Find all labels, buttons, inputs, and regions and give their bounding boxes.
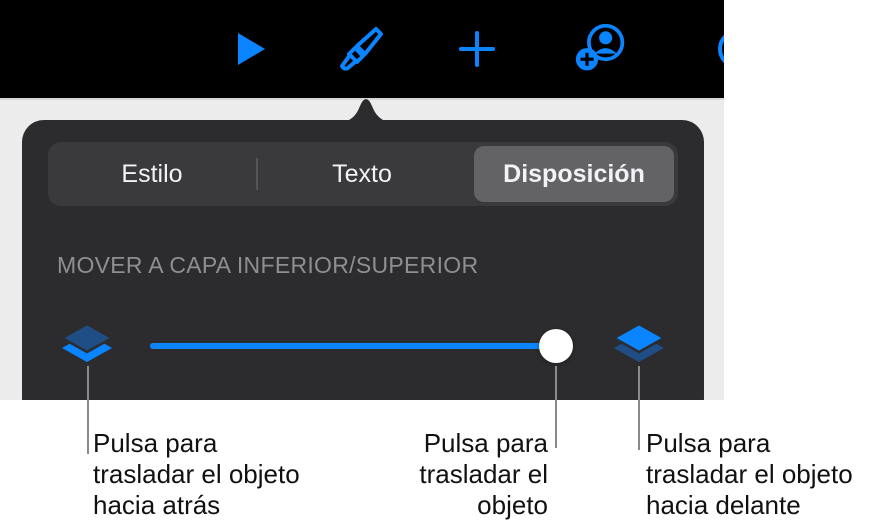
callout-backward-line: hacia atrás <box>93 490 221 520</box>
tab-divider <box>256 158 258 190</box>
play-icon[interactable] <box>222 22 276 76</box>
send-backward-icon[interactable] <box>60 322 114 370</box>
callout-forward-line: trasladar el objeto <box>646 459 853 489</box>
callout-forward-line: hacia delante <box>646 490 801 520</box>
callout-slider-line: Pulsa para <box>423 428 548 458</box>
section-header: MOVER A CAPA INFERIOR/SUPERIOR <box>57 252 479 278</box>
plus-icon[interactable] <box>450 22 504 76</box>
callout-line-slider <box>555 366 557 448</box>
callout-backward-line: trasladar el objeto <box>93 459 300 489</box>
tab-estilo-label: Estilo <box>121 159 183 188</box>
callout-slider-line: trasladar el <box>419 459 548 489</box>
add-collaborator-icon[interactable] <box>574 22 628 76</box>
callout-backward-line: Pulsa para <box>93 428 218 458</box>
bring-forward-icon[interactable] <box>612 322 666 370</box>
callout-slider: Pulsa para trasladar el objeto <box>400 428 548 521</box>
more-icon[interactable] <box>700 22 724 76</box>
callout-forward-line: Pulsa para <box>646 428 771 458</box>
tab-texto[interactable]: Texto <box>262 146 462 202</box>
paintbrush-icon[interactable] <box>334 22 388 76</box>
toolbar <box>0 0 724 98</box>
callout-slider-line: objeto <box>477 490 548 520</box>
app-screen: Estilo Texto Disposición MOVER A CAPA IN… <box>0 0 724 400</box>
layer-slider[interactable] <box>150 322 573 370</box>
tab-disposicion-label: Disposición <box>503 159 645 188</box>
tab-bar: Estilo Texto Disposición <box>48 142 678 206</box>
tab-texto-label: Texto <box>332 159 392 188</box>
callout-line-forward <box>638 366 640 450</box>
slider-fill <box>150 343 556 349</box>
popover-arrow <box>340 99 392 122</box>
slider-thumb[interactable] <box>539 329 573 363</box>
callout-backward: Pulsa para trasladar el objeto hacia atr… <box>93 428 300 521</box>
callout-forward: Pulsa para trasladar el objeto hacia del… <box>646 428 853 521</box>
tab-disposicion[interactable]: Disposición <box>474 146 674 202</box>
callout-line-backward <box>87 366 89 454</box>
tab-estilo[interactable]: Estilo <box>52 146 252 202</box>
